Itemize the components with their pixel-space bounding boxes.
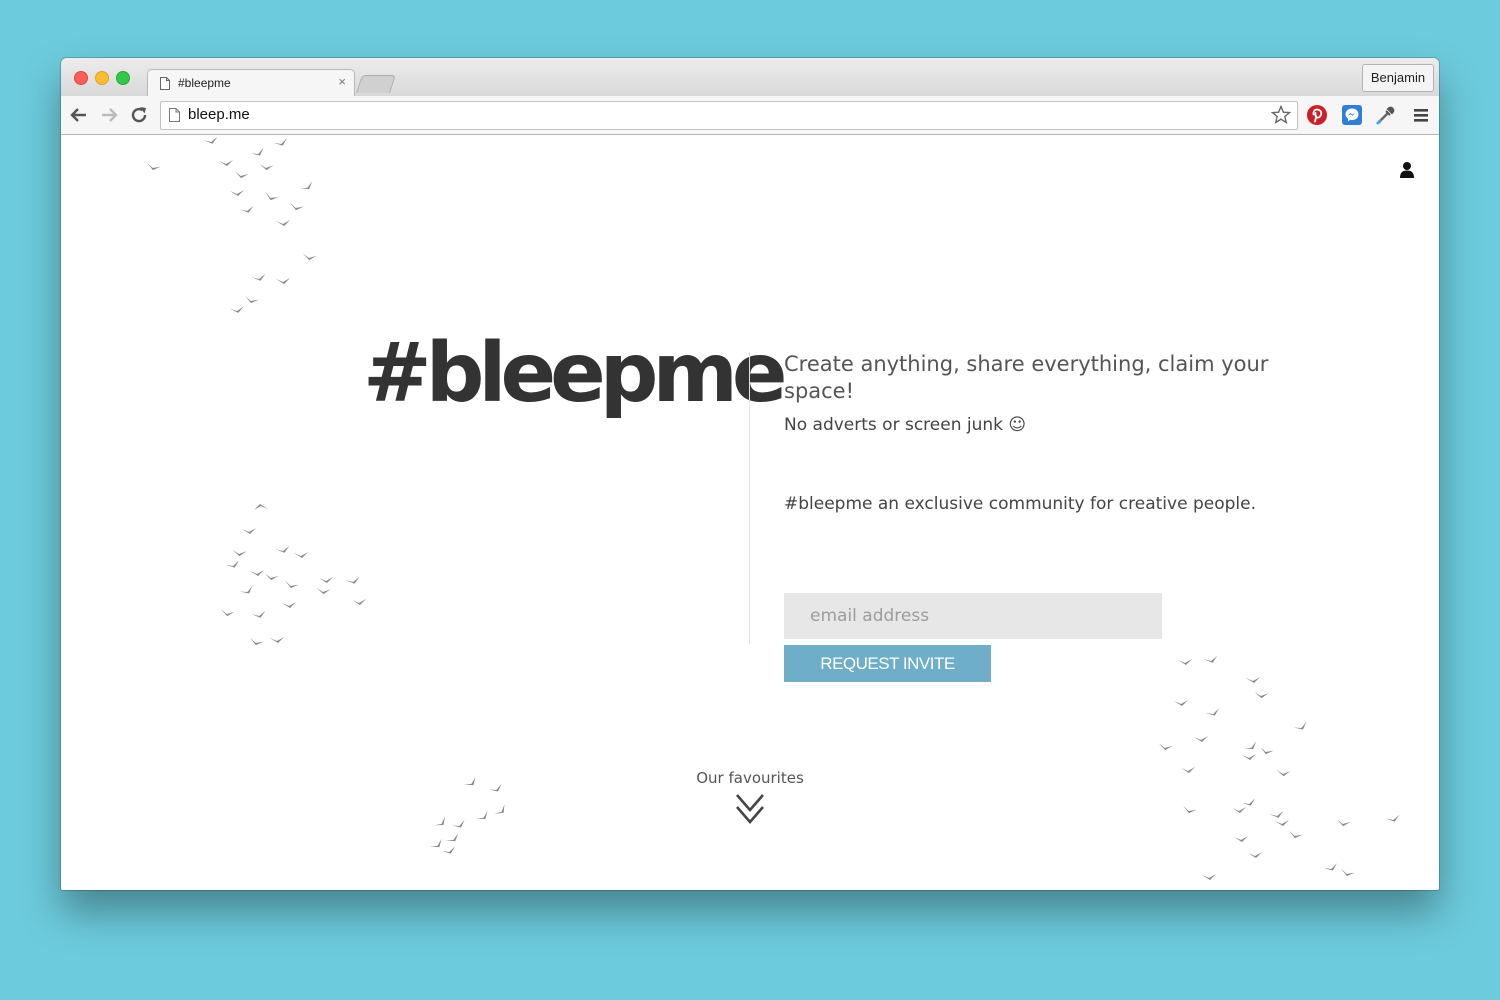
maximize-window-button[interactable]	[116, 71, 130, 85]
page-icon	[160, 77, 170, 90]
headline: Create anything, share everything, claim…	[784, 352, 1269, 403]
birds-mid-left	[219, 504, 366, 648]
url-text: bleep.me	[188, 106, 250, 123]
minimize-window-button[interactable]	[95, 71, 109, 85]
bleepme-logo: #bleepme	[363, 326, 787, 421]
birds-bottom-left	[429, 776, 509, 856]
vertical-divider	[749, 352, 750, 644]
title-bar: #bleepme × Benjamin	[61, 58, 1439, 98]
subline: No adverts or screen junk ☺	[784, 415, 1027, 435]
close-window-button[interactable]	[74, 71, 88, 85]
profile-button[interactable]: Benjamin	[1362, 64, 1434, 92]
request-invite-button[interactable]: REQUEST INVITE	[784, 645, 991, 682]
user-account-icon[interactable]	[1399, 161, 1415, 179]
page-content: #bleepme Create anything, share everythi…	[61, 135, 1439, 890]
tab-bleepme[interactable]: #bleepme ×	[147, 69, 355, 98]
browser-window: #bleepme × Benjamin bleep.me #bleepme Cr…	[61, 58, 1439, 890]
birds-top-left	[145, 136, 317, 314]
chevron-down-icon[interactable]	[735, 793, 765, 825]
bookmark-star-icon[interactable]	[1271, 105, 1291, 125]
forward-icon[interactable]	[98, 104, 120, 126]
messenger-icon[interactable]	[1341, 104, 1363, 126]
email-input[interactable]	[784, 593, 1162, 639]
tab-title: #bleepme	[178, 76, 231, 90]
community-text: #bleepme an exclusive community for crea…	[784, 494, 1256, 514]
tab-close-icon[interactable]: ×	[338, 74, 346, 89]
address-bar[interactable]: bleep.me	[160, 101, 1298, 130]
pinterest-icon[interactable]	[1306, 104, 1328, 126]
back-icon[interactable]	[68, 104, 90, 126]
page-icon	[169, 108, 180, 122]
birds-right	[1157, 655, 1401, 880]
new-tab-button[interactable]	[356, 75, 396, 93]
eyedropper-icon[interactable]	[1375, 104, 1397, 126]
favourites-label: Our favourites	[696, 769, 804, 787]
toolbar: bleep.me	[61, 96, 1439, 135]
reload-icon[interactable]	[128, 104, 150, 126]
menu-icon[interactable]	[1410, 104, 1432, 126]
